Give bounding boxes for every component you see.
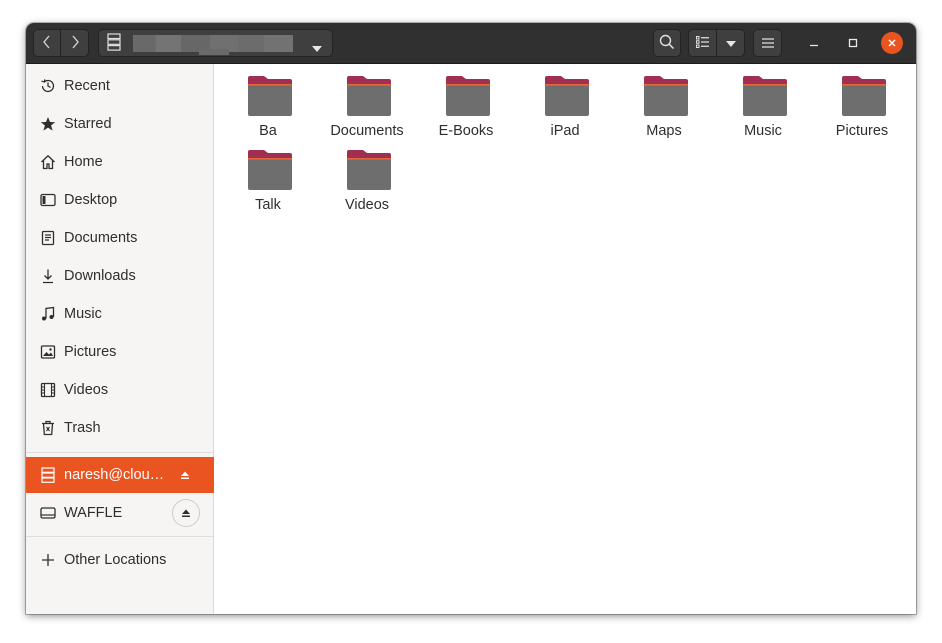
sidebar-item-label: Music bbox=[64, 306, 102, 322]
folder-label: iPad bbox=[550, 123, 580, 139]
maximize-button[interactable] bbox=[841, 31, 865, 55]
sidebar-item-music[interactable]: Music bbox=[26, 296, 214, 332]
folder-icon bbox=[248, 76, 292, 116]
folder-icon bbox=[347, 150, 391, 190]
folder-item[interactable]: Videos bbox=[319, 142, 415, 213]
path-bar[interactable] bbox=[98, 29, 333, 57]
folder-item[interactable]: Music bbox=[715, 68, 811, 139]
list-view-icon bbox=[695, 35, 710, 51]
sidebar-item-waffle-drive[interactable]: WAFFLE bbox=[26, 495, 214, 531]
sidebar-item-label: Starred bbox=[64, 116, 112, 132]
close-button[interactable] bbox=[881, 32, 903, 54]
list-view-button[interactable] bbox=[688, 29, 717, 57]
sidebar-item-desktop[interactable]: Desktop bbox=[26, 182, 214, 218]
folder-icon bbox=[644, 76, 688, 116]
sidebar-item-label: Downloads bbox=[64, 268, 136, 284]
sidebar-item-label: Home bbox=[64, 154, 103, 170]
server-icon bbox=[40, 467, 56, 483]
folder-item[interactable]: Talk bbox=[220, 142, 316, 213]
sidebar-item-home[interactable]: Home bbox=[26, 144, 214, 180]
folder-label: Ba bbox=[259, 123, 277, 139]
sidebar-item-trash[interactable]: Trash bbox=[26, 410, 214, 446]
search-button[interactable] bbox=[653, 29, 681, 57]
sidebar-item-pictures[interactable]: Pictures bbox=[26, 334, 214, 370]
folder-label: E-Books bbox=[438, 123, 494, 139]
search-icon bbox=[659, 34, 675, 53]
plus-icon bbox=[40, 552, 56, 568]
maximize-icon bbox=[848, 35, 858, 51]
sidebar-item-videos[interactable]: Videos bbox=[26, 372, 214, 408]
sidebar-item-label: Documents bbox=[64, 230, 138, 246]
path-label-redacted-tail bbox=[199, 49, 229, 55]
folder-item[interactable]: Maps bbox=[616, 68, 712, 139]
folder-label: Music bbox=[744, 123, 782, 139]
folder-icon bbox=[842, 76, 886, 116]
sidebar-item-starred[interactable]: Starred bbox=[26, 106, 214, 142]
sidebar-item-label: Other Locations bbox=[64, 552, 167, 568]
sidebar-separator bbox=[26, 536, 214, 537]
trash-icon bbox=[40, 420, 56, 436]
drive-icon bbox=[40, 505, 56, 521]
clock-icon bbox=[40, 78, 56, 94]
main-menu-button[interactable] bbox=[753, 29, 782, 57]
sidebar: Recent Starred Home Desktop Documents Do… bbox=[26, 64, 214, 614]
sidebar-item-downloads[interactable]: Downloads bbox=[26, 258, 214, 294]
folder-item[interactable]: iPad bbox=[517, 68, 613, 139]
desktop-icon bbox=[40, 192, 56, 208]
star-icon bbox=[40, 116, 56, 132]
folder-label: Documents bbox=[330, 123, 404, 139]
folder-item[interactable]: Pictures bbox=[814, 68, 910, 139]
close-icon bbox=[887, 35, 897, 51]
file-grid: Ba Documents E-Books iPad Maps Music Pic… bbox=[215, 64, 916, 614]
folder-icon bbox=[248, 150, 292, 190]
forward-button[interactable] bbox=[61, 29, 89, 57]
folder-item[interactable]: Documents bbox=[319, 68, 415, 139]
chevron-right-icon bbox=[70, 35, 80, 52]
sidebar-separator bbox=[26, 452, 214, 453]
folder-label: Pictures bbox=[835, 123, 889, 139]
home-icon bbox=[40, 154, 56, 170]
folder-item[interactable]: E-Books bbox=[418, 68, 514, 139]
sidebar-item-label: Trash bbox=[64, 420, 101, 436]
view-options-button[interactable] bbox=[717, 29, 745, 57]
sidebar-item-label: Recent bbox=[64, 78, 110, 94]
sidebar-item-label: WAFFLE bbox=[64, 505, 123, 521]
picture-icon bbox=[40, 344, 56, 360]
folder-icon bbox=[743, 76, 787, 116]
eject-icon bbox=[181, 505, 191, 521]
sidebar-item-label: Pictures bbox=[64, 344, 117, 360]
folder-label: Videos bbox=[344, 197, 390, 213]
triangle-down-icon bbox=[725, 35, 737, 51]
eject-icon[interactable] bbox=[176, 466, 194, 484]
folder-label: Talk bbox=[255, 197, 281, 213]
download-icon bbox=[40, 268, 56, 284]
sidebar-item-recent[interactable]: Recent bbox=[26, 68, 214, 104]
sidebar-item-documents[interactable]: Documents bbox=[26, 220, 214, 256]
hamburger-menu-icon bbox=[761, 35, 774, 51]
minimize-icon bbox=[809, 35, 819, 51]
folder-icon bbox=[545, 76, 589, 116]
server-icon bbox=[107, 32, 121, 54]
document-icon bbox=[40, 230, 56, 246]
triangle-down-icon[interactable] bbox=[311, 40, 323, 56]
minimize-button[interactable] bbox=[802, 31, 826, 55]
back-button[interactable] bbox=[33, 29, 61, 57]
folder-item[interactable]: Ba bbox=[220, 68, 316, 139]
header-bar bbox=[26, 23, 916, 64]
folder-icon bbox=[446, 76, 490, 116]
folder-label: Maps bbox=[646, 123, 682, 139]
sidebar-item-other-locations[interactable]: Other Locations bbox=[26, 542, 214, 578]
sidebar-item-label: naresh@clou… bbox=[64, 467, 165, 483]
folder-icon bbox=[347, 76, 391, 116]
music-icon bbox=[40, 306, 56, 322]
file-manager-window: Recent Starred Home Desktop Documents Do… bbox=[26, 23, 916, 614]
sidebar-item-label: Videos bbox=[64, 382, 109, 398]
film-icon bbox=[40, 382, 56, 398]
eject-button[interactable] bbox=[172, 499, 200, 527]
sidebar-item-label: Desktop bbox=[64, 192, 118, 208]
chevron-left-icon bbox=[42, 35, 52, 52]
sidebar-item-network-mount[interactable]: naresh@clou… bbox=[26, 457, 214, 493]
